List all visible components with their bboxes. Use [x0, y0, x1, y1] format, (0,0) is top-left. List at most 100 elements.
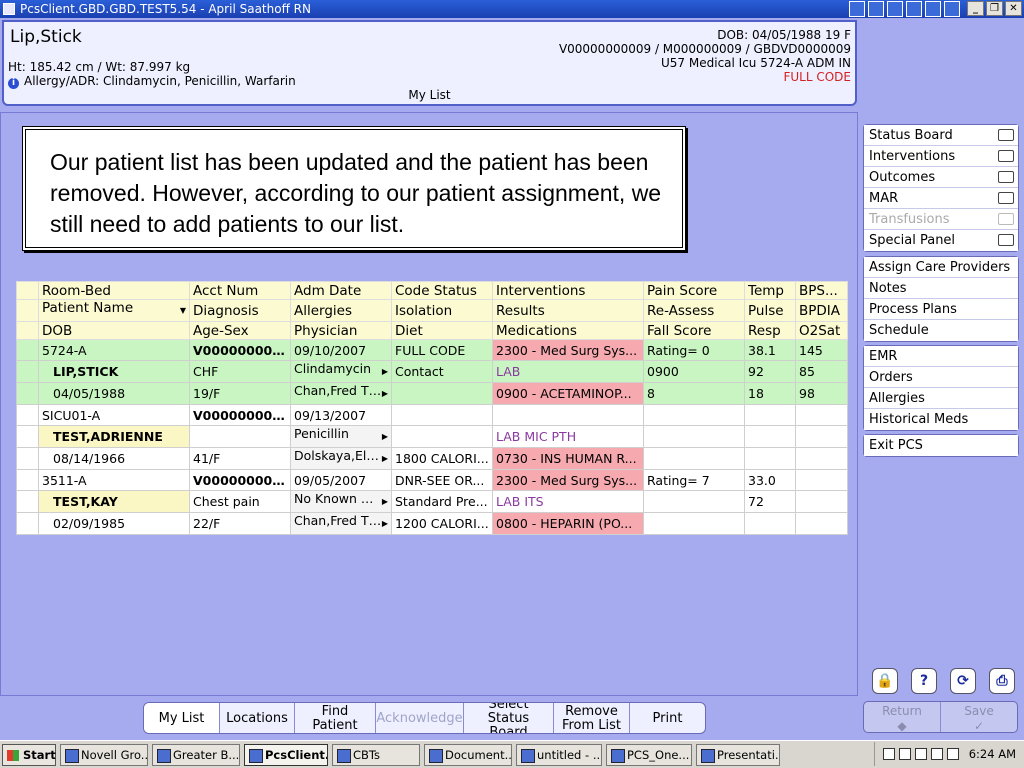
- sidebar-item-orders[interactable]: Orders: [864, 367, 1018, 388]
- row-selector[interactable]: [16, 339, 39, 361]
- table-row[interactable]: 08/14/1966 41/F ▶ Dolskaya,Ele... 1800 CALOR…: [16, 447, 848, 470]
- table-cell[interactable]: 02/09/1985: [38, 512, 190, 535]
- sidebar-item-outcomes[interactable]: Outcomes: [864, 167, 1018, 188]
- sidebar-item-exit-pcs[interactable]: Exit PCS: [864, 435, 1018, 456]
- table-cell[interactable]: 1200 CALORI...: [391, 512, 493, 535]
- start-button[interactable]: Start: [2, 743, 56, 766]
- bottom-tab-acknowledge[interactable]: Acknowledge: [376, 703, 464, 733]
- taskbar-item[interactable]: CBTs: [332, 743, 420, 766]
- table-cell[interactable]: ▶ Dolskaya,Ele...: [290, 447, 392, 470]
- row-selector[interactable]: [16, 490, 39, 513]
- row-selector[interactable]: [16, 469, 39, 491]
- column-header[interactable]: Pain Score: [643, 281, 745, 300]
- table-cell[interactable]: Chest pain: [189, 490, 291, 513]
- table-cell[interactable]: 19/F: [189, 382, 291, 405]
- ie-icon[interactable]: [944, 1, 960, 17]
- column-header[interactable]: Temp: [744, 281, 796, 300]
- bottom-tab-locations[interactable]: Locations: [220, 703, 295, 733]
- row-selector[interactable]: [16, 425, 39, 448]
- sidebar-item-mar[interactable]: MAR: [864, 188, 1018, 209]
- bottom-tab-print[interactable]: Print: [630, 703, 705, 733]
- table-cell[interactable]: 72: [744, 490, 796, 513]
- taskbar-item[interactable]: PcsClient...: [244, 743, 328, 766]
- table-cell[interactable]: [795, 512, 848, 535]
- table-cell[interactable]: 0900: [643, 360, 745, 383]
- sidebar-item-schedule[interactable]: Schedule: [864, 320, 1018, 341]
- expand-arrow-icon[interactable]: ▶: [382, 427, 388, 447]
- return-button[interactable]: Return ◆: [864, 702, 940, 733]
- sidebar-item-process-plans[interactable]: Process Plans: [864, 299, 1018, 320]
- table-cell[interactable]: ▶ Penicillin: [290, 425, 392, 448]
- volume-icon[interactable]: [914, 748, 927, 760]
- table-cell[interactable]: 0800 - HEPARIN (PO...: [492, 512, 644, 535]
- table-cell[interactable]: [744, 425, 796, 448]
- table-cell[interactable]: [643, 512, 745, 535]
- row-selector[interactable]: [16, 382, 39, 405]
- table-cell[interactable]: [795, 490, 848, 513]
- table-cell[interactable]: 145: [795, 339, 848, 361]
- table-cell[interactable]: [643, 490, 745, 513]
- table-cell[interactable]: 38.1: [744, 339, 796, 361]
- minimize-button[interactable]: _: [967, 1, 984, 16]
- save-button[interactable]: Save ✓: [940, 702, 1017, 733]
- table-cell[interactable]: V00000000002: [189, 469, 291, 491]
- table-cell[interactable]: 09/10/2007: [290, 339, 392, 361]
- table-cell[interactable]: DNR-SEE OR...: [391, 469, 493, 491]
- column-header[interactable]: BPS...: [795, 281, 848, 300]
- taskbar-item[interactable]: Document...: [424, 743, 512, 766]
- excel-icon[interactable]: [887, 1, 903, 17]
- column-header[interactable]: Allergies: [290, 299, 392, 322]
- column-header[interactable]: BPDIA: [795, 299, 848, 322]
- row-selector[interactable]: [16, 447, 39, 470]
- table-cell[interactable]: [795, 425, 848, 448]
- column-header[interactable]: Diagnosis: [189, 299, 291, 322]
- table-cell[interactable]: 1800 CALORI...: [391, 447, 493, 470]
- table-cell[interactable]: ▶ No Known All...: [290, 490, 392, 513]
- taskbar-item[interactable]: Novell Gro...: [60, 743, 148, 766]
- table-cell[interactable]: [795, 469, 848, 491]
- column-header[interactable]: Room-Bed: [38, 281, 190, 300]
- sidebar-item-assign-care-providers[interactable]: Assign Care Providers: [864, 257, 1018, 278]
- table-cell[interactable]: 8: [643, 382, 745, 405]
- table-cell[interactable]: Standard Pre...: [391, 490, 493, 513]
- close-button[interactable]: ✕: [1005, 1, 1022, 16]
- expand-arrow-icon[interactable]: ▶: [382, 362, 388, 382]
- restore-button[interactable]: ❐: [986, 1, 1003, 16]
- column-header[interactable]: Isolation: [391, 299, 493, 322]
- table-cell[interactable]: 33.0: [744, 469, 796, 491]
- sidebar-item-allergies[interactable]: Allergies: [864, 388, 1018, 409]
- table-cell[interactable]: [795, 447, 848, 470]
- help-tray-icon[interactable]: [882, 748, 895, 760]
- table-cell[interactable]: 04/05/1988: [38, 382, 190, 405]
- table-cell[interactable]: 09/05/2007: [290, 469, 392, 491]
- table-cell[interactable]: FULL CODE: [391, 339, 493, 361]
- table-cell[interactable]: LAB: [492, 360, 644, 383]
- antivirus-icon[interactable]: [930, 748, 943, 760]
- column-header[interactable]: Adm Date: [290, 281, 392, 300]
- table-cell[interactable]: [795, 404, 848, 426]
- sidebar-item-emr[interactable]: EMR: [864, 346, 1018, 367]
- column-header[interactable]: Fall Score: [643, 321, 745, 340]
- table-cell[interactable]: 3511-A: [38, 469, 190, 491]
- table-cell[interactable]: [744, 404, 796, 426]
- table-cell[interactable]: [643, 425, 745, 448]
- taskbar-item[interactable]: Presentati...: [696, 743, 780, 766]
- column-header[interactable]: O2Sat: [795, 321, 848, 340]
- column-header[interactable]: Interventions: [492, 281, 644, 300]
- table-cell[interactable]: [492, 404, 644, 426]
- bottom-tab-select-status-board[interactable]: Select Status Board: [464, 703, 554, 733]
- table-cell[interactable]: [189, 425, 291, 448]
- column-header[interactable]: Acct Num: [189, 281, 291, 300]
- column-header[interactable]: Results: [492, 299, 644, 322]
- table-cell[interactable]: ▶ Chan,Fred T ...: [290, 382, 392, 405]
- table-cell[interactable]: ▶ Clindamycin: [290, 360, 392, 383]
- column-header[interactable]: Code Status: [391, 281, 493, 300]
- table-cell[interactable]: ▶ Chan,Fred T ...: [290, 512, 392, 535]
- table-cell[interactable]: Rating= 7: [643, 469, 745, 491]
- table-cell[interactable]: 98: [795, 382, 848, 405]
- table-row[interactable]: 04/05/1988 19/F ▶ Chan,Fred T ... 0900 - ACE…: [16, 382, 848, 405]
- table-row[interactable]: 5724-A V00000000009 09/10/2007 FULL CODE 230…: [16, 339, 848, 361]
- table-cell[interactable]: 41/F: [189, 447, 291, 470]
- outlook-icon[interactable]: [906, 1, 922, 17]
- row-selector[interactable]: [16, 360, 39, 383]
